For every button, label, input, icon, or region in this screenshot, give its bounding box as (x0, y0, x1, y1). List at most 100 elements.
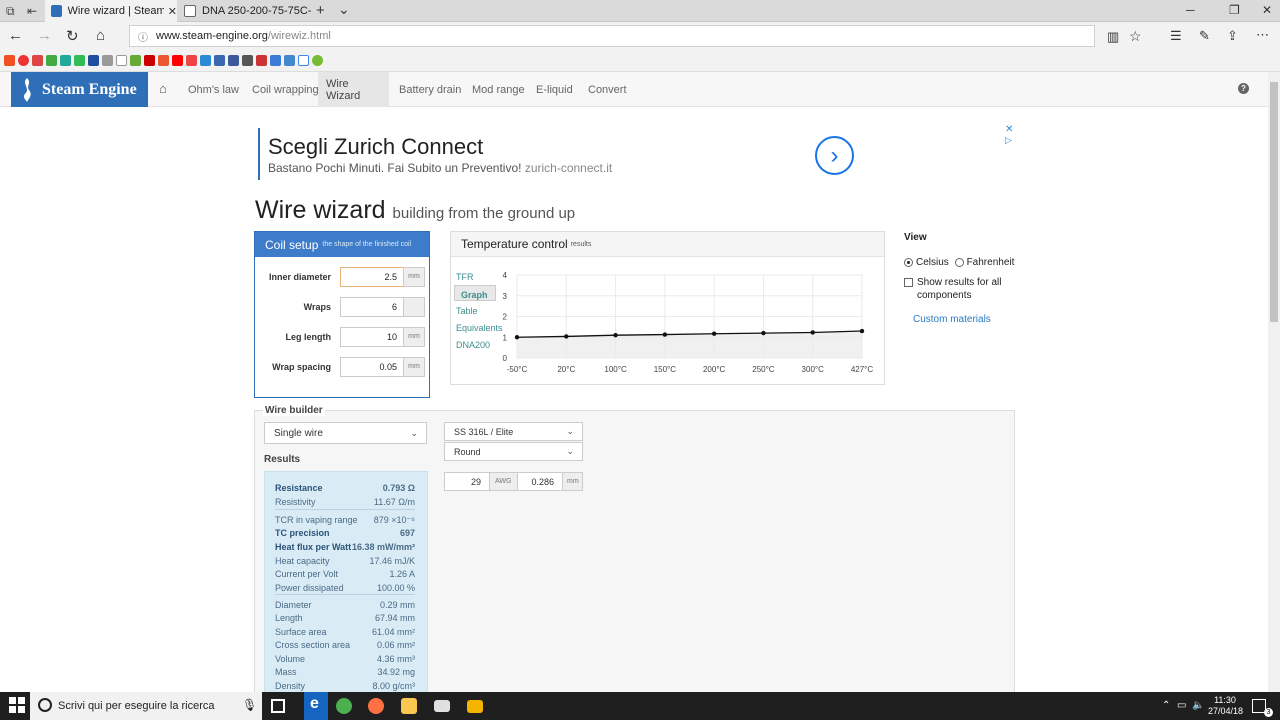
coil-setup-title: Coil setup (265, 237, 319, 252)
gauge-input[interactable]: 29 (444, 472, 490, 491)
favorite-b-icon[interactable] (130, 55, 141, 66)
nav-e-liquid[interactable]: E-liquid (528, 72, 581, 107)
favorite-green-icon[interactable] (46, 55, 57, 66)
favorite-youtube-icon[interactable] (172, 55, 183, 66)
leg-length-input[interactable]: 10 (340, 327, 404, 347)
reading-view-icon[interactable]: ▥ (1107, 29, 1119, 45)
nav-coil-wrapping[interactable]: Coil wrapping (244, 72, 327, 107)
home-nav-icon[interactable]: ⌂ (159, 81, 167, 96)
taskbar-clock[interactable]: 11:30 27/04/18 (1208, 695, 1243, 717)
tab-list-icon[interactable]: ⌄ (338, 1, 350, 18)
close-window-button[interactable]: ✕ (1262, 3, 1272, 17)
shape-select[interactable]: Round ⌄ (444, 442, 583, 461)
favorite-blue-icon[interactable] (200, 55, 211, 66)
favorite-paypal-icon[interactable] (88, 55, 99, 66)
fahrenheit-radio[interactable] (954, 257, 964, 267)
result-row: Surface area 61.04 mm² (275, 627, 425, 641)
favorite-p-icon[interactable] (214, 55, 225, 66)
page-scrollbar[interactable] (1268, 72, 1280, 692)
mail-taskbar-icon[interactable] (434, 700, 450, 712)
chart-xtick-label: 427°C (851, 365, 874, 374)
explorer-taskbar-icon[interactable] (401, 698, 417, 714)
nav-ohms-law[interactable]: Ohm's law (180, 72, 247, 107)
favorite-netflix-icon[interactable] (144, 55, 155, 66)
restore-button[interactable]: ❐ (1229, 3, 1240, 17)
tab-dna[interactable]: DNA 250-200-75-75C-60. G (178, 0, 312, 22)
chart-xtick-label: 100°C (604, 365, 627, 374)
firefox-taskbar-icon[interactable] (368, 698, 384, 714)
tc-link-graph[interactable]: Graph (454, 285, 496, 301)
favorites-hub-icon[interactable]: ☰ (1170, 28, 1182, 44)
favorite-opera-icon[interactable] (18, 55, 29, 66)
favorite-facebook-icon[interactable] (228, 55, 239, 66)
inner-diameter-input[interactable]: 2.5 (340, 267, 404, 287)
nav-battery-drain[interactable]: Battery drain (391, 72, 469, 107)
tab-close-icon[interactable]: ✕ (168, 5, 177, 18)
tc-link-tfr[interactable]: TFR (454, 269, 496, 285)
info-icon: ⓘ (138, 32, 148, 44)
folder-taskbar-icon[interactable] (467, 700, 483, 713)
refresh-icon[interactable]: ↻ (66, 27, 79, 45)
favorite-leaf-icon[interactable] (312, 55, 323, 66)
wire-diameter-input[interactable]: 0.286 (517, 472, 563, 491)
help-icon[interactable]: ? (1238, 83, 1249, 94)
minimize-button[interactable]: ─ (1186, 3, 1195, 17)
favorite-outlook-icon[interactable] (270, 55, 281, 66)
result-value: 0.793 Ω (382, 483, 415, 493)
favorite-red-icon[interactable] (158, 55, 169, 66)
favorite-box-icon[interactable] (284, 55, 295, 66)
nav-mod-range[interactable]: Mod range (464, 72, 533, 107)
tc-link-dna200[interactable]: DNA200 (454, 337, 496, 353)
material-select[interactable]: SS 316L / Elite ⌄ (444, 422, 583, 441)
back-tabs-icon[interactable]: ⇤ (27, 4, 37, 18)
tab-wire-wizard[interactable]: Wire wizard | Steam Eng ✕ (45, 0, 177, 22)
ad-arrow-button[interactable]: › (815, 136, 854, 175)
favorite-grid-icon[interactable] (242, 55, 253, 66)
tab-preview-icon[interactable]: ⧉ (6, 4, 15, 19)
wrap-spacing-input[interactable]: 0.05 (340, 357, 404, 377)
windows-start-icon[interactable] (9, 697, 25, 713)
adchoices-icon[interactable]: ▷ (1005, 135, 1012, 146)
favorite-circle-icon[interactable] (102, 55, 113, 66)
microphone-icon[interactable]: 🎙 (242, 698, 257, 712)
show-all-checkbox[interactable] (904, 278, 913, 287)
home-icon[interactable]: ⌂ (96, 27, 105, 44)
wire-type-select[interactable]: Single wire ⌄ (264, 422, 427, 444)
result-label: Resistivity (275, 497, 316, 507)
steam-engine-logo[interactable]: Steam Engine (11, 72, 148, 107)
back-arrow-icon[interactable]: ← (8, 27, 23, 44)
favorite-amazon-icon[interactable] (116, 55, 127, 66)
edge-e-icon: e (310, 695, 319, 712)
task-view-icon[interactable] (271, 699, 285, 713)
chevron-up-icon[interactable]: ⌃ (1162, 700, 1170, 711)
custom-materials-link[interactable]: Custom materials (913, 314, 1034, 325)
forward-arrow-icon[interactable]: → (37, 27, 52, 44)
share-icon[interactable]: ⇪ (1227, 28, 1238, 44)
wraps-input[interactable]: 6 (340, 297, 404, 317)
favorite-app-icon[interactable] (74, 55, 85, 66)
volume-icon[interactable]: 🔈 (1192, 700, 1204, 711)
nav-wire-wizard[interactable]: Wire Wizard (318, 72, 389, 107)
ad-banner[interactable]: Scegli Zurich Connect Bastano Pochi Minu… (258, 128, 858, 180)
scrollbar-thumb[interactable] (1270, 82, 1278, 322)
favorite-shield-icon[interactable] (32, 55, 43, 66)
celsius-radio[interactable] (904, 257, 913, 267)
url-host: www.steam-engine.org (156, 30, 268, 42)
pen-icon[interactable]: ✎ (1199, 28, 1210, 44)
favorite-star-icon[interactable]: ☆ (1129, 28, 1142, 45)
favorite-mail-icon[interactable] (186, 55, 197, 66)
favorite-flag-icon[interactable] (256, 55, 267, 66)
chart-ytick-label: 2 (503, 313, 508, 322)
taskbar-search-input[interactable]: Scrivi qui per eseguire la ricerca 🎙 (30, 692, 262, 720)
nav-convert[interactable]: Convert (580, 72, 635, 107)
favorite-google-icon[interactable] (298, 55, 309, 66)
favorite-windows-icon[interactable] (4, 55, 15, 66)
new-tab-button[interactable]: + (316, 2, 325, 19)
tc-link-table[interactable]: Table (454, 303, 496, 319)
ad-close-icon[interactable]: ✕ (1005, 124, 1013, 135)
favorite-tripadvisor-icon[interactable] (60, 55, 71, 66)
url-input[interactable]: ⓘ www.steam-engine.org/wirewiz.html (129, 25, 1095, 47)
chrome-taskbar-icon[interactable] (336, 698, 352, 714)
more-icon[interactable]: ⋯ (1256, 27, 1269, 43)
network-icon[interactable]: ▭ (1177, 700, 1186, 711)
